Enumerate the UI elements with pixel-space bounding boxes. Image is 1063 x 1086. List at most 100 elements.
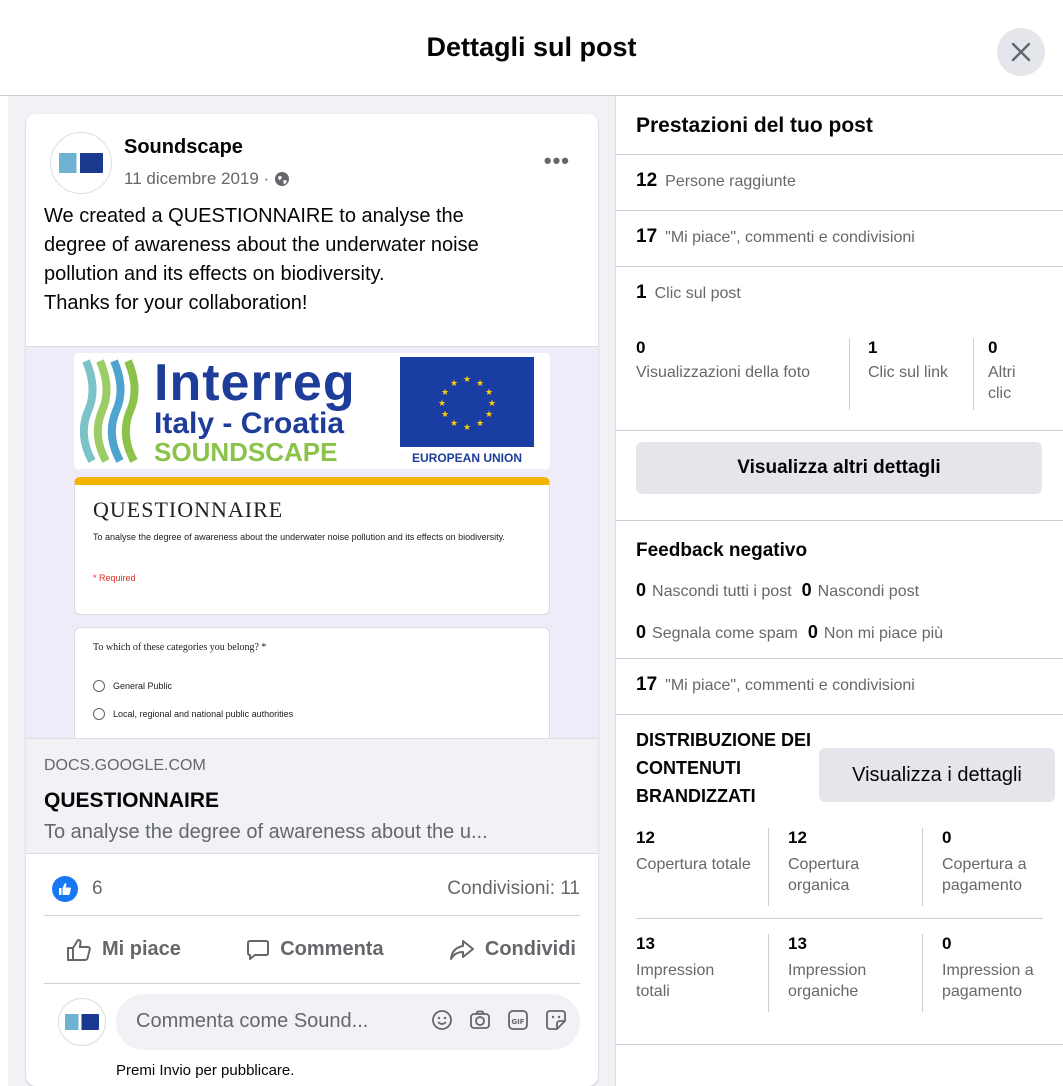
- post-text-line: pollution and its effects on biodiversit…: [44, 263, 385, 285]
- form-option: General Public: [93, 680, 172, 692]
- impression-stats: 13 Impression totali 13 Impression organ…: [636, 934, 1063, 1018]
- share-icon: [449, 939, 474, 960]
- click-breakdown: 0 Visualizzazioni della foto 1 Clic sul …: [636, 338, 1063, 418]
- page-name[interactable]: Soundscape: [124, 136, 243, 159]
- svg-text:★: ★: [476, 419, 484, 429]
- comment-label: Commenta: [280, 938, 384, 960]
- form-option: Local, regional and national public auth…: [93, 708, 293, 720]
- divider: [849, 338, 850, 410]
- form-question-card: To which of these categories you belong?…: [74, 627, 550, 738]
- form-question: To which of these categories you belong?…: [93, 642, 267, 653]
- svg-text:★: ★: [438, 399, 446, 409]
- engagement-metric-2: 17 "Mi piace", commenti e condivisioni: [636, 674, 915, 696]
- coverage-organic: 12 Copertura organica: [788, 828, 860, 894]
- camera-icon[interactable]: [468, 1008, 492, 1032]
- divider: [616, 210, 1063, 211]
- comment-hint: Premi Invio per pubblicare.: [116, 1062, 295, 1079]
- interreg-text: Interreg: [154, 354, 356, 412]
- link-title: QUESTIONNAIRE: [44, 789, 220, 812]
- divider: [922, 828, 923, 906]
- interreg-waves-logo: [80, 359, 139, 463]
- comment-placeholder: Commenta come Sound...: [136, 1010, 369, 1032]
- performance-title: Prestazioni del tuo post: [636, 114, 873, 137]
- divider: [616, 266, 1063, 267]
- view-more-details-button[interactable]: Visualizza altri dettagli: [636, 442, 1042, 494]
- engagement-label: "Mi piace", commenti e condivisioni: [665, 229, 915, 246]
- svg-text:★: ★: [488, 399, 496, 409]
- coverage-paid: 0 Copertura a pagamento: [942, 828, 1027, 894]
- photo-views-stat: 0 Visualizzazioni della foto: [636, 338, 811, 381]
- post-preview-pane: Soundscape 11 dicembre 2019 · ••• We cre…: [8, 96, 616, 1086]
- svg-text:GIF: GIF: [511, 1018, 524, 1026]
- view-details-button[interactable]: Visualizza i dettagli: [819, 748, 1055, 802]
- link-description: To analyse the degree of awareness about…: [44, 821, 488, 843]
- radio-icon: [93, 680, 105, 692]
- clicks-label: Clic sul post: [654, 285, 741, 302]
- comment-icon: [247, 939, 270, 960]
- divider: [973, 338, 974, 410]
- form-required-note: * Required: [93, 573, 136, 583]
- comment-button[interactable]: Commenta: [246, 938, 384, 962]
- impressions-total: 13 Impression totali: [636, 934, 715, 1000]
- interreg-banner: Interreg Italy - Croatia SOUNDSCAPE ★ ★ ★ ★…: [74, 353, 550, 469]
- sticker-icon[interactable]: [544, 1008, 568, 1032]
- reactions-summary: 6 Condivisioni: 11: [44, 866, 580, 916]
- svg-text:★: ★: [450, 419, 458, 429]
- user-avatar[interactable]: [58, 998, 106, 1046]
- divider: [922, 934, 923, 1012]
- form-title: QUESTIONNAIRE: [93, 497, 284, 522]
- post-text-line: We created a QUESTIONNAIRE to analyse th…: [44, 205, 464, 227]
- share-button[interactable]: Condividi: [449, 938, 576, 962]
- form-header-card: QUESTIONNAIRE To analyse the degree of a…: [74, 477, 550, 615]
- negative-feedback-title: Feedback negativo: [636, 540, 808, 561]
- link-preview-info[interactable]: DOCS.GOOGLE.COM QUESTIONNAIRE To analyse…: [26, 738, 598, 854]
- comment-tools: GIF: [430, 1008, 568, 1032]
- divider: [768, 828, 769, 906]
- reach-metric: 12 Persone raggiunte: [636, 170, 796, 192]
- svg-text:★: ★: [485, 388, 493, 398]
- svg-text:★: ★: [463, 375, 471, 385]
- svg-text:★: ★: [441, 410, 449, 420]
- reactions-count[interactable]: 6: [92, 878, 103, 900]
- post-text: We created a QUESTIONNAIRE to analyse th…: [44, 202, 584, 318]
- divider: [616, 1044, 1063, 1045]
- comment-input[interactable]: Commenta come Sound... GIF: [116, 994, 580, 1050]
- close-button[interactable]: [997, 28, 1045, 76]
- page-avatar[interactable]: [50, 132, 112, 194]
- more-options-button[interactable]: •••: [544, 148, 570, 174]
- comment-composer: Commenta come Sound... GIF: [44, 994, 580, 1052]
- engagement-metric: 17 "Mi piace", commenti e condivisioni: [636, 226, 915, 248]
- divider: [616, 520, 1063, 521]
- radio-icon: [93, 708, 105, 720]
- gif-icon[interactable]: GIF: [506, 1008, 530, 1032]
- soundscape-text: SOUNDSCAPE: [154, 437, 338, 467]
- dialog-title: Dettagli sul post: [426, 32, 637, 62]
- post-insights-pane: Prestazioni del tuo post 12 Persone ragg…: [616, 96, 1063, 1086]
- shares-count[interactable]: Condivisioni: 11: [447, 878, 580, 900]
- like-label: Mi piace: [102, 938, 181, 960]
- thumbs-up-icon: [67, 938, 91, 961]
- engagement-2-value: 17: [636, 674, 658, 695]
- post-date[interactable]: 11 dicembre 2019 ·: [124, 169, 290, 189]
- link-preview-image[interactable]: Interreg Italy - Croatia SOUNDSCAPE ★ ★ ★ ★…: [26, 346, 598, 738]
- coverage-stats: 12 Copertura totale 12 Copertura organic…: [636, 828, 1063, 912]
- italy-croatia-text: Italy - Croatia: [154, 407, 345, 440]
- svg-text:★: ★: [441, 388, 449, 398]
- reach-value: 12: [636, 170, 658, 191]
- like-reaction-icon[interactable]: [52, 876, 78, 902]
- post-card: Soundscape 11 dicembre 2019 · ••• We cre…: [26, 114, 598, 1086]
- emoji-icon[interactable]: [430, 1008, 454, 1032]
- divider: [768, 934, 769, 1012]
- form-description: To analyse the degree of awareness about…: [93, 532, 505, 542]
- svg-text:★: ★: [463, 423, 471, 433]
- post-date-text: 11 dicembre 2019 ·: [124, 169, 270, 188]
- svg-text:★: ★: [485, 410, 493, 420]
- branded-content-title: DISTRIBUZIONE DEI CONTENUTI BRANDIZZATI: [636, 730, 812, 806]
- svg-text:★: ★: [476, 379, 484, 389]
- divider: [616, 658, 1063, 659]
- european-union-text: EUROPEAN UNION: [411, 451, 522, 465]
- other-clicks-stat: 0 Altri clic: [988, 338, 1016, 402]
- reach-label: Persone raggiunte: [665, 173, 796, 190]
- like-button[interactable]: Mi piace: [66, 938, 181, 962]
- divider: [616, 430, 1063, 431]
